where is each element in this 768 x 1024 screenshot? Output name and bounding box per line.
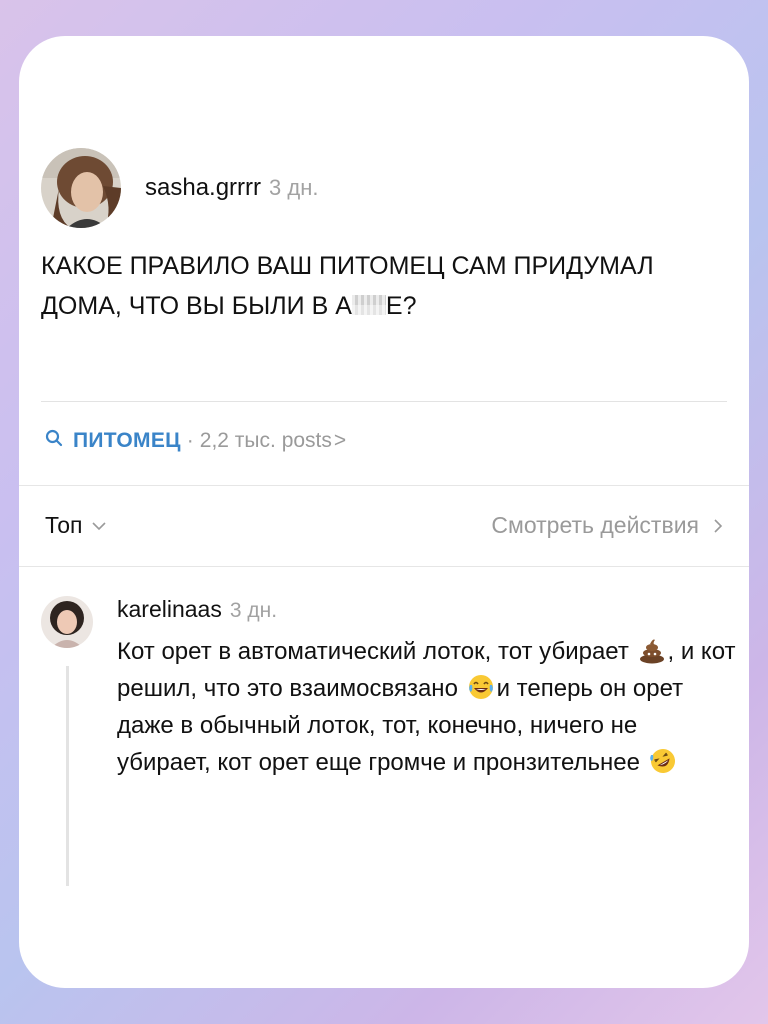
thread-line	[66, 666, 69, 886]
comment-header: karelinaas 3 дн.	[117, 596, 737, 623]
tag-post-count: 2,2 тыс. posts	[199, 429, 332, 452]
view-actions-label: Смотреть действия	[491, 512, 699, 538]
comment-text: Кот орет в автоматический лоток, тот уби…	[117, 633, 737, 781]
commenter-avatar[interactable]	[41, 596, 93, 648]
pile-of-poo-icon	[638, 636, 666, 664]
divider	[19, 566, 749, 567]
post-time: 3 дн.	[269, 175, 319, 200]
censor-blur	[351, 295, 386, 315]
tag-name[interactable]: ПИТОМЕЦ	[73, 429, 181, 453]
comment-time: 3 дн.	[229, 599, 278, 622]
comment-text-part-1: Кот орет в автоматический лоток, тот уби…	[117, 638, 629, 665]
rolling-on-floor-laughing-icon	[649, 747, 677, 775]
divider	[19, 485, 749, 486]
chevron-right-icon: >	[333, 429, 347, 452]
topic-tag[interactable]: ПИТОМЕЦ · 2,2 тыс. posts >	[45, 429, 346, 453]
sort-label: Топ	[45, 512, 83, 538]
tag-separator: ·	[186, 429, 194, 452]
post-text-end: Е?	[385, 292, 417, 320]
view-actions-link[interactable]: Смотреть действия	[491, 512, 723, 539]
chevron-down-icon	[91, 521, 106, 530]
chevron-right-icon	[714, 518, 723, 533]
tears-of-joy-icon	[467, 673, 495, 701]
divider	[41, 401, 727, 402]
search-icon	[45, 429, 63, 453]
post-card: sasha.grrrr 3 дн. КАКОЕ ПРАВИЛО ВАШ ПИТО…	[19, 36, 749, 988]
post-text-start: КАКОЕ ПРАВИЛО ВАШ ПИТОМЕЦ САМ ПРИДУМАЛ Д…	[41, 252, 654, 320]
sort-dropdown[interactable]: Топ	[45, 512, 107, 539]
author-avatar[interactable]	[41, 148, 121, 228]
post-header: sasha.grrrr 3 дн.	[41, 148, 318, 228]
sort-row: Топ Смотреть действия	[45, 512, 723, 539]
author-username[interactable]: sasha.grrrr	[145, 174, 261, 202]
comment-body: karelinaas 3 дн. Кот орет в автоматическ…	[117, 596, 737, 781]
commenter-username[interactable]: karelinaas	[117, 596, 222, 623]
post-text: КАКОЕ ПРАВИЛО ВАШ ПИТОМЕЦ САМ ПРИДУМАЛ Д…	[41, 246, 731, 326]
